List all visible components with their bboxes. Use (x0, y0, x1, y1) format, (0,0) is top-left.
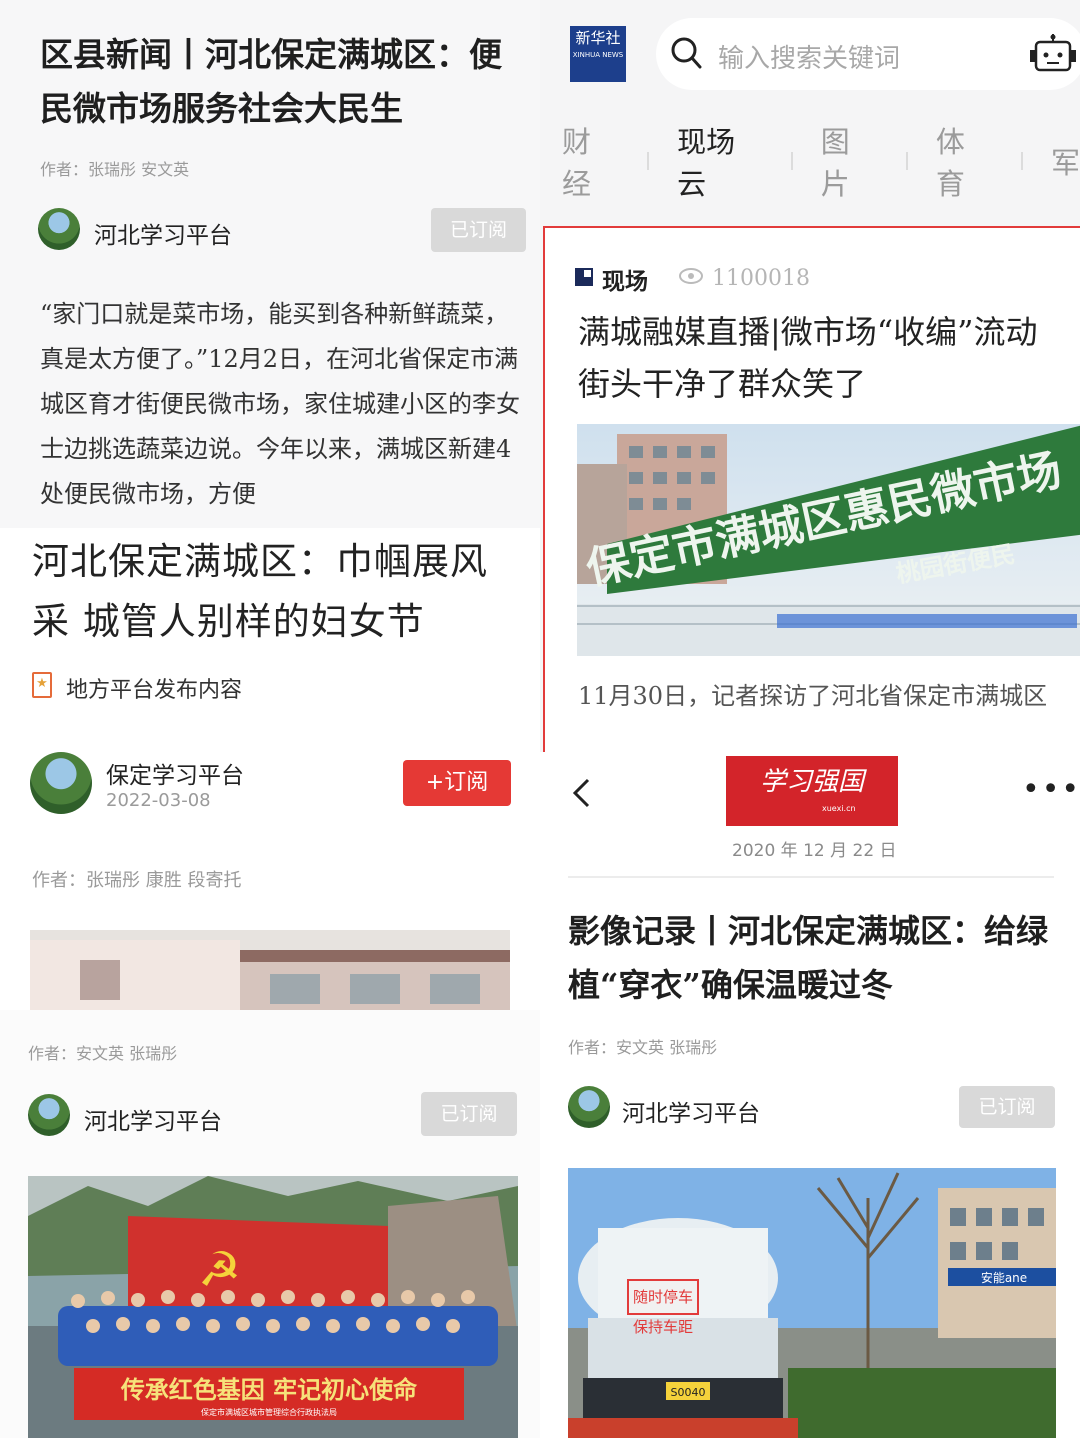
logo-text: 学习强国 (759, 767, 864, 797)
avatar[interactable] (38, 208, 80, 250)
category-tabs: 财经 现场云 图片 体育 军 (562, 125, 1080, 201)
source-name[interactable]: 保定学习平台 (106, 756, 244, 790)
article-body: “家门口就是菜市场，能买到各种新鲜蔬菜，真是太方便了。”12月2日，在河北省保定… (40, 300, 520, 508)
banner-small-text: 保定市满城区城市管理综合行政执法局 (201, 1407, 337, 1417)
avatar[interactable] (30, 752, 92, 814)
article-author: 作者：张瑞彤 安文英 (40, 160, 190, 179)
tab-live-cloud[interactable]: 现场云 (677, 119, 763, 203)
publisher-note: 地方平台发布内容 (66, 678, 243, 703)
publisher-badge-icon: ★ (32, 672, 52, 698)
xinhua-logo[interactable]: 新华社 XINHUA NEWS (570, 26, 626, 82)
search-icon (671, 37, 702, 69)
article-title[interactable]: 影像记录丨河北保定满城区：给绿植“穿衣”确保温暖过冬 (568, 904, 1068, 1012)
avatar[interactable] (28, 1094, 70, 1136)
view-count: 1100018 (712, 266, 810, 291)
live-scene-icon (575, 268, 593, 286)
xuexi-app-panel: 学习强国 xuexi.cn ••• 2020 年 12 月 22 日 影像记录丨… (540, 752, 1080, 1438)
card-title-line: 满城融媒直播|微市场“收编”流动 (578, 313, 1038, 351)
search-bar[interactable]: 输入搜索关键词 (656, 18, 1080, 90)
card-tag: 现场 (602, 269, 648, 295)
publish-date: 2020 年 12 月 22 日 (732, 841, 897, 861)
xinhua-app-panel: 新华社 XINHUA NEWS 输入搜索关键词 财经 现场云 图片 体育 军 现… (540, 0, 1080, 752)
svg-text:☭: ☭ (198, 1242, 241, 1298)
publish-date: 2022-03-08 (106, 790, 211, 811)
subscribed-button[interactable]: 已订阅 (421, 1092, 517, 1136)
shop-sign-text: 安能ane (981, 1270, 1027, 1285)
tab-divider (1021, 152, 1023, 170)
subscribe-button[interactable]: +订阅 (403, 760, 511, 806)
group-photo[interactable]: ☭ 传承红色基因 牢记初心使命 保定市满城区城市管理综合行政执法局 (28, 1176, 518, 1438)
tab-military[interactable]: 军 (1051, 140, 1080, 182)
card-title[interactable]: 满城融媒直播|微市场“收编”流动 街头干净了群众笑了 (578, 306, 1080, 410)
article-title[interactable]: 区县新闻丨河北保定满城区：便民微市场服务社会大民生 (40, 28, 520, 136)
tab-finance[interactable]: 财经 (562, 119, 619, 203)
logo-subtext: XINHUA NEWS (572, 51, 624, 59)
search-input[interactable]: 输入搜索关键词 (718, 38, 900, 75)
divider (568, 876, 1054, 878)
subscribed-button[interactable]: 已订阅 (959, 1086, 1055, 1128)
avatar[interactable] (568, 1086, 610, 1128)
truck-sign-text: 随时停车 (633, 1288, 693, 1306)
article-author: 作者：安文英 张瑞彤 (28, 1044, 178, 1063)
source-name[interactable]: 河北学习平台 (94, 216, 232, 250)
eye-icon (679, 268, 703, 284)
article-panel-baoding: 保定学习平台 2022-03-08 +订阅 作者：张瑞彤 康胜 段寄托 (0, 720, 540, 1010)
subscribed-button[interactable]: 已订阅 (431, 208, 526, 252)
more-icon[interactable]: ••• (1022, 775, 1080, 805)
article-author: 作者：安文英 张瑞彤 (568, 1038, 718, 1057)
tab-divider (905, 152, 908, 170)
street-truck-photo[interactable]: 安能ane 随时停车 保持车距 S0040 (568, 1168, 1056, 1438)
market-banner-photo[interactable]: 保定市满城区惠民微市场 桃园街便民 (577, 424, 1080, 656)
building-photo[interactable] (30, 930, 510, 1010)
license-plate: S0040 (671, 1386, 706, 1399)
logo-text: 新华社 (575, 29, 621, 47)
xuexi-logo[interactable]: 学习强国 xuexi.cn (726, 756, 898, 826)
back-arrow-icon[interactable] (570, 776, 594, 810)
truck-sign-text: 保持车距 (633, 1318, 693, 1336)
source-name[interactable]: 河北学习平台 (84, 1102, 222, 1136)
banner-text: 传承红色基因 牢记初心使命 (120, 1376, 418, 1404)
source-name[interactable]: 河北学习平台 (622, 1094, 760, 1128)
article-panel-bottom-left: 作者：安文英 张瑞彤 河北学习平台 已订阅 ☭ 传承红色基因 牢记初心使命 保定… (0, 1010, 540, 1438)
tab-divider (790, 152, 793, 170)
tab-divider (647, 152, 650, 170)
tab-sports[interactable]: 体育 (936, 119, 993, 203)
article-headline[interactable]: 河北保定满城区：巾帼展风采 城管人别样的妇女节 (32, 532, 522, 652)
article-author: 作者：张瑞彤 康胜 段寄托 (32, 870, 242, 891)
card-excerpt: 11月30日，记者探访了河北省保定市满城区 (578, 682, 1048, 710)
logo-subtext: xuexi.cn (822, 804, 856, 813)
robot-icon[interactable] (1028, 34, 1078, 74)
article-panel-top-left: 区县新闻丨河北保定满城区：便民微市场服务社会大民生 作者：张瑞彤 安文英 河北学… (0, 0, 540, 530)
card-title-line: 街头干净了群众笑了 (578, 365, 867, 403)
tab-pictures[interactable]: 图片 (821, 119, 878, 203)
article-panel-headline: 河北保定满城区：巾帼展风采 城管人别样的妇女节 ★ 地方平台发布内容 (0, 528, 540, 720)
